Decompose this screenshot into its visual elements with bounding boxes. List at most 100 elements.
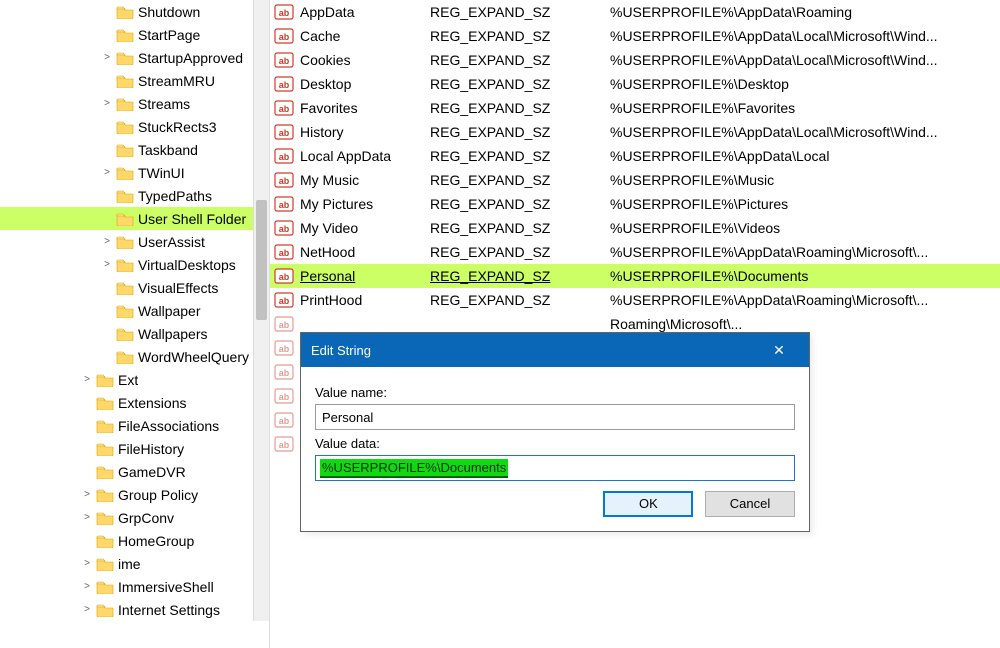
- string-value-icon: [274, 172, 294, 188]
- tree-item-label: Wallpapers: [138, 326, 208, 342]
- tree-item[interactable]: Wallpaper: [0, 299, 253, 322]
- expander-icon[interactable]: >: [80, 374, 94, 385]
- tree-item-label: FileHistory: [118, 441, 184, 457]
- registry-values-pane[interactable]: AppDataREG_EXPAND_SZ%USERPROFILE%\AppDat…: [270, 0, 1000, 648]
- tree-item[interactable]: Taskband: [0, 138, 253, 161]
- tree-item[interactable]: FileAssociations: [0, 414, 253, 437]
- tree-item-label: GrpConv: [118, 510, 174, 526]
- value-name: PrintHood: [300, 292, 430, 308]
- tree-scrollbar[interactable]: [253, 0, 269, 621]
- value-type: REG_EXPAND_SZ: [430, 244, 610, 260]
- value-data-input[interactable]: %USERPROFILE%\Documents: [315, 455, 795, 481]
- expander-icon[interactable]: >: [80, 512, 94, 523]
- scrollbar-thumb[interactable]: [256, 200, 267, 320]
- tree-item[interactable]: >UserAssist: [0, 230, 253, 253]
- expander-icon[interactable]: >: [80, 581, 94, 592]
- string-value-icon: [274, 100, 294, 116]
- tree-item-label: Streams: [138, 96, 190, 112]
- value-name-input[interactable]: [315, 404, 795, 430]
- tree-item[interactable]: GameDVR: [0, 460, 253, 483]
- expander-icon[interactable]: >: [100, 98, 114, 109]
- string-value-icon: [274, 76, 294, 92]
- value-type: REG_EXPAND_SZ: [430, 196, 610, 212]
- tree-item[interactable]: > Streams: [0, 92, 253, 115]
- registry-value-row[interactable]: CacheREG_EXPAND_SZ%USERPROFILE%\AppData\…: [270, 24, 1000, 48]
- tree-item[interactable]: >StartupApproved: [0, 46, 253, 69]
- registry-value-row[interactable]: CookiesREG_EXPAND_SZ%USERPROFILE%\AppDat…: [270, 48, 1000, 72]
- folder-icon: [96, 373, 114, 387]
- registry-value-row[interactable]: Local AppDataREG_EXPAND_SZ%USERPROFILE%\…: [270, 144, 1000, 168]
- tree-item[interactable]: HomeGroup: [0, 529, 253, 552]
- folder-icon: [96, 488, 114, 502]
- string-value-icon: [274, 388, 294, 404]
- expander-icon[interactable]: >: [100, 167, 114, 178]
- tree-item-label: VirtualDesktops: [138, 257, 236, 273]
- tree-item[interactable]: VisualEffects: [0, 276, 253, 299]
- value-type: REG_EXPAND_SZ: [430, 124, 610, 140]
- tree-item[interactable]: StuckRects3: [0, 115, 253, 138]
- folder-icon: [116, 327, 134, 341]
- registry-value-row[interactable]: HistoryREG_EXPAND_SZ%USERPROFILE%\AppDat…: [270, 120, 1000, 144]
- value-name: Local AppData: [300, 148, 430, 164]
- tree-item[interactable]: Extensions: [0, 391, 253, 414]
- registry-value-row[interactable]: AppDataREG_EXPAND_SZ%USERPROFILE%\AppDat…: [270, 0, 1000, 24]
- string-value-icon: [274, 4, 294, 20]
- tree-item[interactable]: >ime: [0, 552, 253, 575]
- ok-button[interactable]: OK: [603, 491, 693, 517]
- close-icon[interactable]: ✕: [759, 342, 799, 359]
- registry-value-row[interactable]: My PicturesREG_EXPAND_SZ%USERPROFILE%\Pi…: [270, 192, 1000, 216]
- dialog-title: Edit String: [311, 343, 759, 358]
- tree-item[interactable]: FileHistory: [0, 437, 253, 460]
- tree-item[interactable]: >Ext: [0, 368, 253, 391]
- value-name: Cookies: [300, 52, 430, 68]
- cancel-button[interactable]: Cancel: [705, 491, 795, 517]
- expander-icon[interactable]: >: [100, 236, 114, 247]
- registry-value-row[interactable]: PrintHoodREG_EXPAND_SZ%USERPROFILE%\AppD…: [270, 288, 1000, 312]
- folder-icon: [96, 603, 114, 617]
- string-value-icon: [274, 292, 294, 308]
- tree-item[interactable]: > ImmersiveShell: [0, 575, 253, 598]
- tree-item[interactable]: WordWheelQuery: [0, 345, 253, 368]
- string-value-icon: [274, 148, 294, 164]
- registry-value-row[interactable]: PersonalREG_EXPAND_SZ%USERPROFILE%\Docum…: [270, 264, 1000, 288]
- registry-value-row[interactable]: My MusicREG_EXPAND_SZ%USERPROFILE%\Music: [270, 168, 1000, 192]
- value-data: %USERPROFILE%\AppData\Local\Microsoft\Wi…: [610, 28, 1000, 44]
- tree-item[interactable]: Shutdown: [0, 0, 253, 23]
- folder-icon: [116, 304, 134, 318]
- folder-icon: [116, 97, 134, 111]
- tree-item-label: VisualEffects: [138, 280, 218, 296]
- value-data: %USERPROFILE%\Videos: [610, 220, 1000, 236]
- folder-icon: [116, 143, 134, 157]
- registry-value-row[interactable]: FavoritesREG_EXPAND_SZ%USERPROFILE%\Favo…: [270, 96, 1000, 120]
- tree-item[interactable]: >Internet Settings: [0, 598, 253, 621]
- value-data: %USERPROFILE%\Pictures: [610, 196, 1000, 212]
- expander-icon[interactable]: >: [80, 489, 94, 500]
- tree-item-label: ImmersiveShell: [118, 579, 214, 595]
- tree-item[interactable]: TypedPaths: [0, 184, 253, 207]
- expander-icon[interactable]: >: [80, 558, 94, 569]
- dialog-titlebar[interactable]: Edit String ✕: [301, 333, 809, 367]
- folder-icon: [96, 465, 114, 479]
- tree-item[interactable]: > GrpConv: [0, 506, 253, 529]
- tree-item[interactable]: Wallpapers: [0, 322, 253, 345]
- tree-item[interactable]: > VirtualDesktops: [0, 253, 253, 276]
- value-type: REG_EXPAND_SZ: [430, 4, 610, 20]
- value-name: Cache: [300, 28, 430, 44]
- tree-item[interactable]: >Group Policy: [0, 483, 253, 506]
- tree-item[interactable]: User Shell Folder: [0, 207, 253, 230]
- value-data: %USERPROFILE%\Favorites: [610, 100, 1000, 116]
- value-name: Favorites: [300, 100, 430, 116]
- tree-item[interactable]: >TWinUI: [0, 161, 253, 184]
- tree-item[interactable]: StartPage: [0, 23, 253, 46]
- expander-icon[interactable]: >: [100, 52, 114, 63]
- expander-icon[interactable]: >: [100, 259, 114, 270]
- registry-tree-pane[interactable]: ShutdownStartPage>StartupApprovedStreamM…: [0, 0, 270, 648]
- registry-value-row[interactable]: DesktopREG_EXPAND_SZ%USERPROFILE%\Deskto…: [270, 72, 1000, 96]
- string-value-icon: [274, 268, 294, 284]
- tree-item-label: WordWheelQuery: [138, 349, 249, 365]
- registry-value-row[interactable]: NetHoodREG_EXPAND_SZ%USERPROFILE%\AppDat…: [270, 240, 1000, 264]
- registry-value-row[interactable]: My VideoREG_EXPAND_SZ%USERPROFILE%\Video…: [270, 216, 1000, 240]
- value-data-label: Value data:: [315, 436, 795, 451]
- tree-item[interactable]: StreamMRU: [0, 69, 253, 92]
- expander-icon[interactable]: >: [80, 604, 94, 615]
